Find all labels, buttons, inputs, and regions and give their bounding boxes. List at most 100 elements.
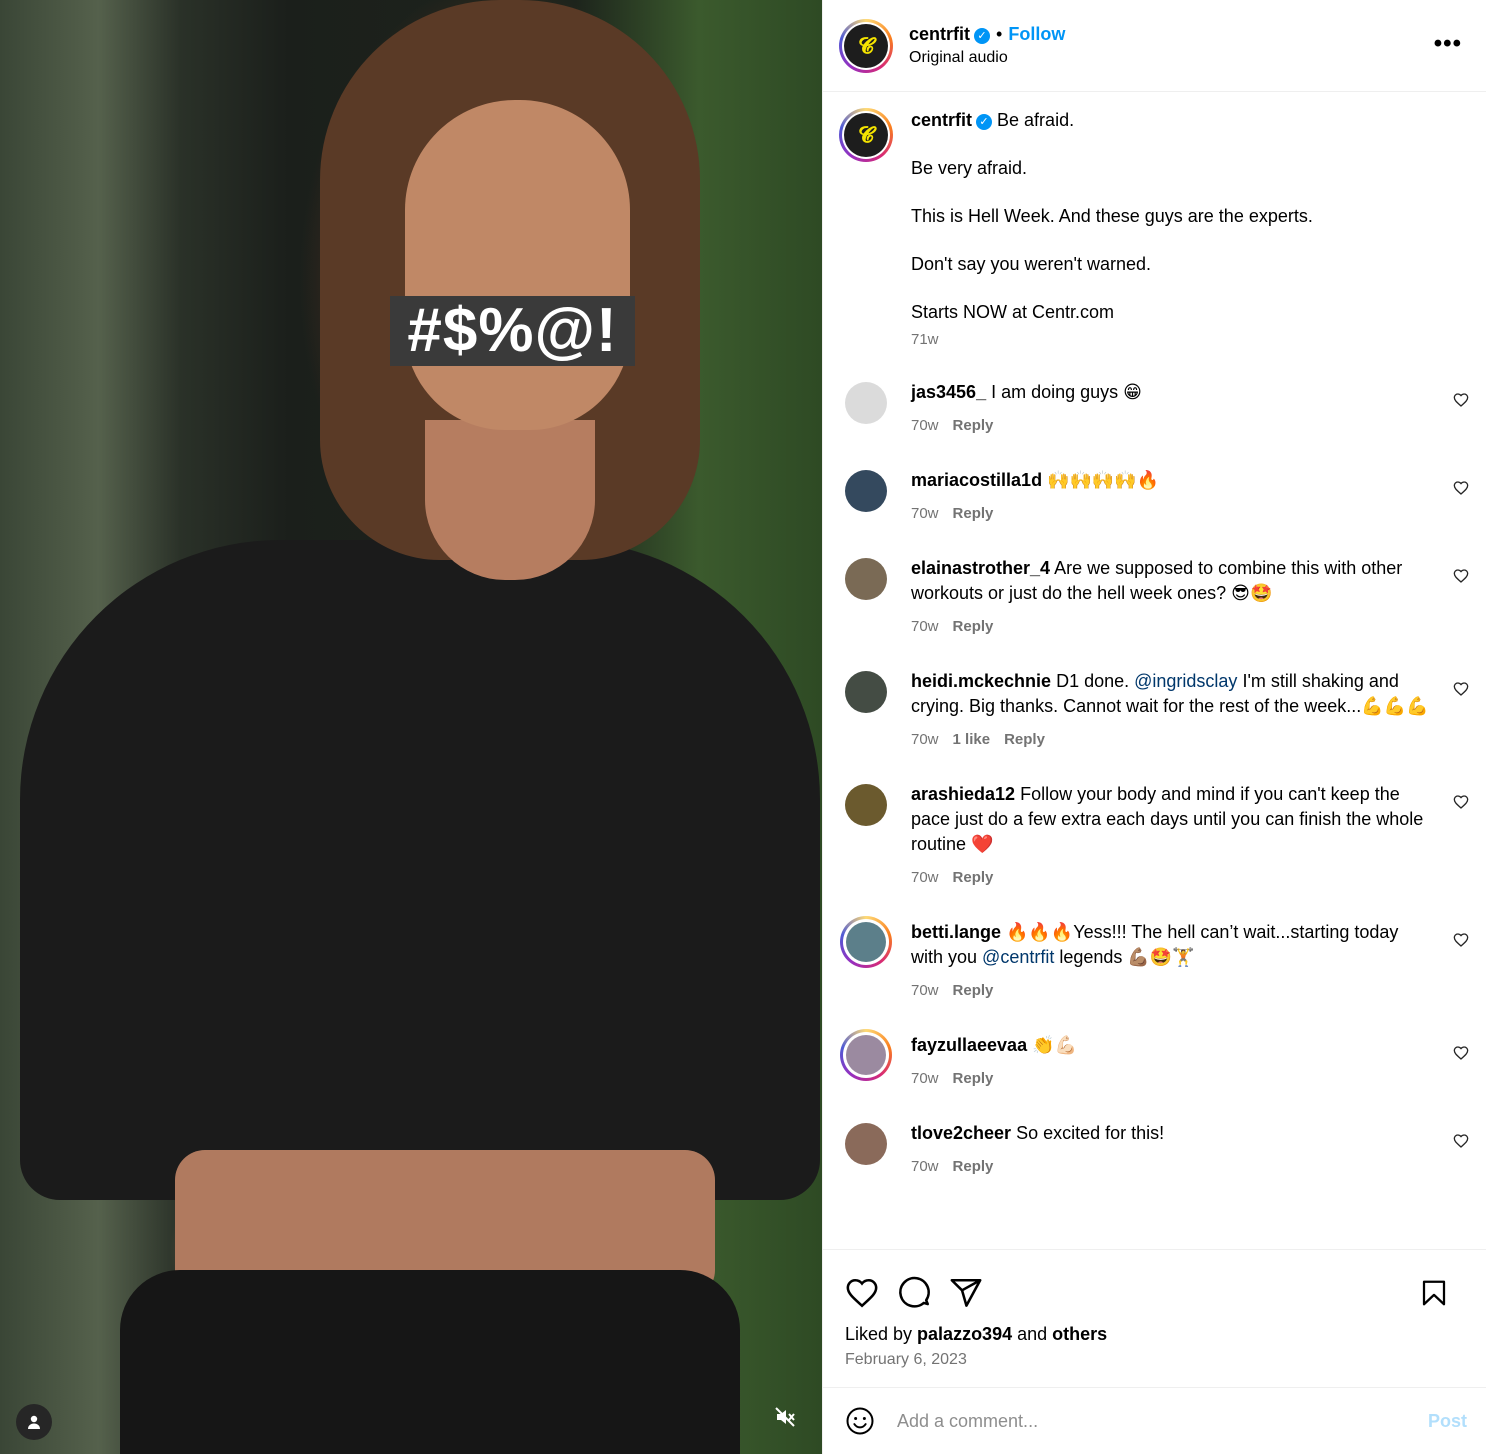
comment-text: So excited for this!	[1011, 1123, 1165, 1143]
heart-icon[interactable]	[1453, 480, 1469, 496]
caption-line: Be afraid.	[997, 110, 1075, 130]
comment-item: betti.lange 🔥🔥🔥Yess!!! The hell can’t wa…	[823, 916, 1486, 1003]
comment-item: elainastrother_4 Are we supposed to comb…	[823, 556, 1486, 639]
likes-others[interactable]: others	[1052, 1324, 1107, 1344]
action-bar: Liked by palazzo394 and others February …	[823, 1249, 1486, 1387]
comment-input[interactable]: Add a comment...	[897, 1411, 1038, 1432]
reply-button[interactable]: Reply	[953, 505, 994, 522]
commenter-avatar[interactable]	[845, 784, 887, 826]
video-frame-torso	[20, 540, 820, 1200]
likes-summary: Liked by palazzo394 and others	[823, 1324, 1486, 1345]
post-button[interactable]: Post	[1428, 1411, 1467, 1432]
comment-timestamp[interactable]: 70w	[911, 618, 939, 635]
heart-icon[interactable]	[1453, 1045, 1469, 1061]
commenter-username[interactable]: tlove2cheer	[911, 1123, 1011, 1143]
heart-icon[interactable]	[1453, 932, 1469, 948]
comment-icon[interactable]	[897, 1276, 931, 1310]
caption-avatar[interactable]: 𝓒	[839, 108, 893, 162]
censor-overlay-text: #$%@!	[390, 296, 635, 366]
centr-logo-icon: 𝓒	[844, 23, 888, 68]
heart-icon[interactable]	[1453, 794, 1469, 810]
comment-timestamp[interactable]: 70w	[911, 869, 939, 886]
heart-icon[interactable]	[1453, 392, 1469, 408]
heart-icon[interactable]	[1453, 568, 1469, 584]
video-frame-face	[405, 100, 630, 430]
likes-prefix: Liked by	[845, 1324, 918, 1344]
comment-mention[interactable]: @ingridsclay	[1134, 671, 1237, 691]
commenter-avatar[interactable]	[845, 1123, 887, 1165]
comment-timestamp[interactable]: 70w	[911, 1158, 939, 1175]
heart-icon[interactable]	[845, 1276, 879, 1310]
post-date[interactable]: February 6, 2023	[823, 1351, 1486, 1369]
author-avatar[interactable]: 𝓒	[839, 18, 893, 73]
commenter-username[interactable]: betti.lange	[911, 922, 1001, 942]
author-username[interactable]: centrfit	[909, 24, 970, 44]
comment-item: mariacostilla1d 🙌🙌🙌🙌🔥 70w Reply	[823, 468, 1486, 526]
video-frame-pants	[120, 1270, 740, 1454]
reply-button[interactable]: Reply	[1004, 731, 1045, 748]
caption-username[interactable]: centrfit	[911, 110, 972, 130]
centr-logo-icon: 𝓒	[844, 113, 888, 157]
mute-icon[interactable]	[772, 1404, 798, 1430]
caption-line: Don't say you weren't warned.	[911, 254, 1151, 274]
likes-user[interactable]: palazzo394	[917, 1324, 1012, 1344]
comment-timestamp[interactable]: 70w	[911, 417, 939, 434]
emoji-icon[interactable]	[845, 1406, 875, 1436]
comment-text: 🙌🙌🙌🙌🔥	[1042, 470, 1160, 490]
comment-likes[interactable]: 1 like	[953, 731, 991, 748]
commenter-avatar[interactable]	[845, 382, 887, 424]
comment-timestamp[interactable]: 70w	[911, 505, 939, 522]
commenter-avatar[interactable]	[840, 916, 892, 968]
commenter-username[interactable]: jas3456_	[911, 382, 986, 402]
verified-icon: ✓	[974, 28, 991, 44]
reply-button[interactable]: Reply	[953, 417, 994, 434]
comment-item: fayzullaeevaa 👏💪🏻 70w Reply	[823, 1029, 1486, 1091]
commenter-username[interactable]: elainastrother_4	[911, 558, 1050, 578]
commenter-avatar[interactable]	[840, 1029, 892, 1081]
commenter-avatar[interactable]	[845, 671, 887, 713]
comment-item: heidi.mckechnie D1 done. @ingridsclay I'…	[823, 669, 1486, 752]
caption: 𝓒 centrfit ✓ Be afraid. Be very afraid. T…	[823, 92, 1486, 352]
caption-line: This is Hell Week. And these guys are th…	[911, 206, 1313, 226]
comment-timestamp[interactable]: 70w	[911, 982, 939, 999]
comment-text: I am doing guys 😁	[986, 382, 1142, 402]
reply-button[interactable]: Reply	[953, 982, 994, 999]
add-comment-bar: Add a comment... Post	[823, 1387, 1486, 1454]
caption-timestamp[interactable]: 71w	[911, 328, 1313, 352]
heart-icon[interactable]	[1453, 681, 1469, 697]
caption-line: Starts NOW at Centr.com	[911, 302, 1115, 322]
comment-timestamp[interactable]: 70w	[911, 731, 939, 748]
likes-mid: and	[1012, 1324, 1053, 1344]
comment-text: D1 done.	[1051, 671, 1135, 691]
reply-button[interactable]: Reply	[953, 1070, 994, 1087]
reel-video[interactable]: #$%@!	[0, 0, 822, 1454]
comment-timestamp[interactable]: 70w	[911, 1070, 939, 1087]
commenter-username[interactable]: fayzullaeevaa	[911, 1035, 1027, 1055]
share-icon[interactable]	[949, 1276, 983, 1310]
caption-line: Be very afraid.	[911, 158, 1028, 178]
comment-mention[interactable]: @centrfit	[982, 947, 1054, 967]
comment-text: 👏💪🏻	[1027, 1035, 1077, 1055]
comment-text: legends 💪🏽🤩🏋️	[1054, 947, 1195, 967]
reply-button[interactable]: Reply	[953, 869, 994, 886]
bookmark-icon[interactable]	[1419, 1277, 1449, 1309]
commenter-username[interactable]: arashieda12	[911, 784, 1015, 804]
commenter-username[interactable]: mariacostilla1d	[911, 470, 1042, 490]
audio-label[interactable]: Original audio	[909, 49, 1065, 67]
reply-button[interactable]: Reply	[953, 1158, 994, 1175]
commenter-avatar[interactable]	[845, 558, 887, 600]
user-tag-icon[interactable]	[16, 1404, 52, 1440]
comment-item: tlove2cheer So excited for this! 70w Repl…	[823, 1121, 1486, 1179]
follow-button[interactable]: Follow	[1008, 24, 1065, 44]
reply-button[interactable]: Reply	[953, 618, 994, 635]
commenter-avatar[interactable]	[845, 470, 887, 512]
commenter-username[interactable]: heidi.mckechnie	[911, 671, 1051, 691]
verified-icon: ✓	[976, 114, 993, 130]
heart-icon[interactable]	[1453, 1133, 1469, 1149]
post-panel: 𝓒 centrfit ✓ • Follow Original audio ••• 𝓒 …	[822, 0, 1486, 1454]
more-icon[interactable]: •••	[1434, 30, 1462, 58]
comment-item: jas3456_ I am doing guys 😁 70w Reply	[823, 380, 1486, 438]
comments-scroll[interactable]: 𝓒 centrfit ✓ Be afraid. Be very afraid. T…	[823, 92, 1486, 1248]
video-frame-neck	[425, 420, 595, 580]
comment-item: arashieda12 Follow your body and mind if…	[823, 782, 1486, 890]
